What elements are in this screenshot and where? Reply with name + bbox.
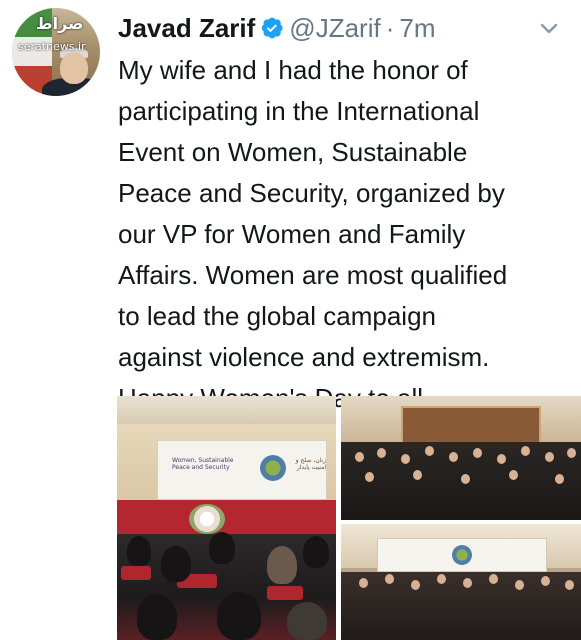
- face: [437, 574, 446, 584]
- event-banner: Women, Sustainable Peace and Security زن…: [157, 440, 327, 500]
- face: [567, 448, 576, 458]
- avatar-watermark-logo: صراط: [36, 14, 84, 33]
- audience-head: [287, 602, 327, 640]
- ceiling: [117, 396, 336, 424]
- audience-head: [209, 532, 235, 564]
- face: [463, 578, 472, 588]
- photo-group-portrait[interactable]: [341, 396, 581, 520]
- face: [489, 574, 498, 584]
- face: [509, 470, 518, 480]
- author-name[interactable]: Javad Zarif: [118, 13, 255, 44]
- event-emblem-icon: [452, 545, 472, 565]
- banner-farsi-text: زنان، صلح و امنیت پایدار: [295, 457, 326, 471]
- meta-separator: ·: [385, 12, 395, 43]
- face: [461, 474, 470, 484]
- avatar[interactable]: صراط seratnews.ir: [12, 8, 100, 96]
- audience-head: [161, 546, 191, 582]
- audience-head: [267, 546, 297, 584]
- audience-head: [303, 536, 329, 568]
- face: [413, 470, 422, 480]
- audience-head: [137, 594, 177, 640]
- event-banner: [377, 538, 547, 572]
- verified-badge-icon: [262, 17, 283, 39]
- audience-head: [127, 536, 151, 566]
- face: [541, 576, 550, 586]
- tweet-header: Javad Zarif @JZarif · 7m: [118, 10, 436, 46]
- avatar-watermark-url: seratnews.ir: [18, 40, 86, 53]
- face: [425, 446, 434, 456]
- face: [385, 574, 394, 584]
- author-handle[interactable]: @JZarif: [289, 13, 380, 44]
- tweet-timestamp[interactable]: 7m: [399, 13, 435, 44]
- seat: [121, 566, 151, 580]
- face: [473, 448, 482, 458]
- tweet-text: My wife and I had the honor of participa…: [118, 55, 508, 413]
- face: [411, 580, 420, 590]
- stage: [117, 500, 336, 534]
- face: [401, 454, 410, 464]
- face: [565, 580, 574, 590]
- face: [449, 452, 458, 462]
- photo-stage-group[interactable]: [341, 524, 581, 640]
- face: [377, 448, 386, 458]
- face: [515, 580, 524, 590]
- face: [497, 454, 506, 464]
- event-emblem-icon: [260, 455, 286, 481]
- photo-conference-hall[interactable]: Women, Sustainable Peace and Security زن…: [117, 396, 336, 640]
- flower-arrangement: [189, 504, 225, 534]
- avatar-face: [60, 52, 88, 84]
- face: [521, 446, 530, 456]
- chevron-down-icon[interactable]: [540, 22, 558, 36]
- media-grid: Women, Sustainable Peace and Security زن…: [117, 396, 581, 640]
- audience-head: [217, 592, 261, 640]
- seat: [267, 586, 303, 600]
- banner-english-text: Women, Sustainable Peace and Security: [172, 457, 234, 471]
- tweet: صراط seratnews.ir Javad Zarif @JZarif · …: [0, 0, 581, 640]
- face: [359, 578, 368, 588]
- face: [365, 472, 374, 482]
- face: [555, 474, 564, 484]
- face: [545, 452, 554, 462]
- face: [355, 452, 364, 462]
